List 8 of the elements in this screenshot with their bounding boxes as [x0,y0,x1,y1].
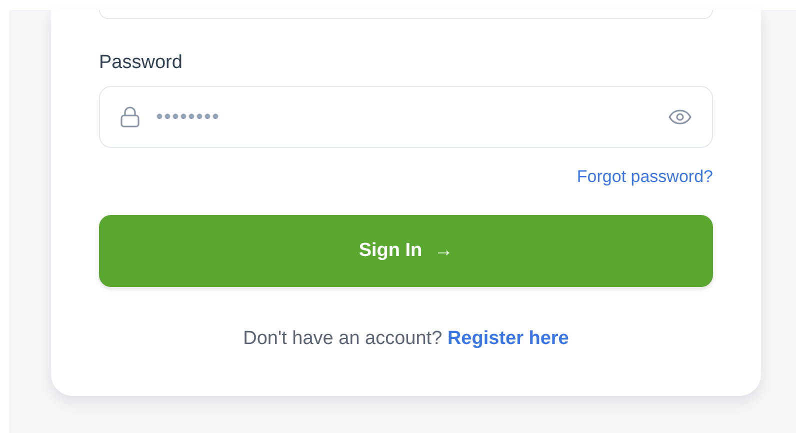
register-link[interactable]: Register here [447,328,569,349]
eye-icon[interactable] [668,108,692,124]
forgot-password-link[interactable]: Forgot password? [576,164,713,189]
sign-in-button[interactable]: Sign In → [99,215,713,287]
lock-icon [120,106,140,128]
register-prompt: Don't have an account? [243,328,442,349]
field-label: Password [99,51,182,75]
password-field[interactable]: •••••••• [99,86,713,148]
